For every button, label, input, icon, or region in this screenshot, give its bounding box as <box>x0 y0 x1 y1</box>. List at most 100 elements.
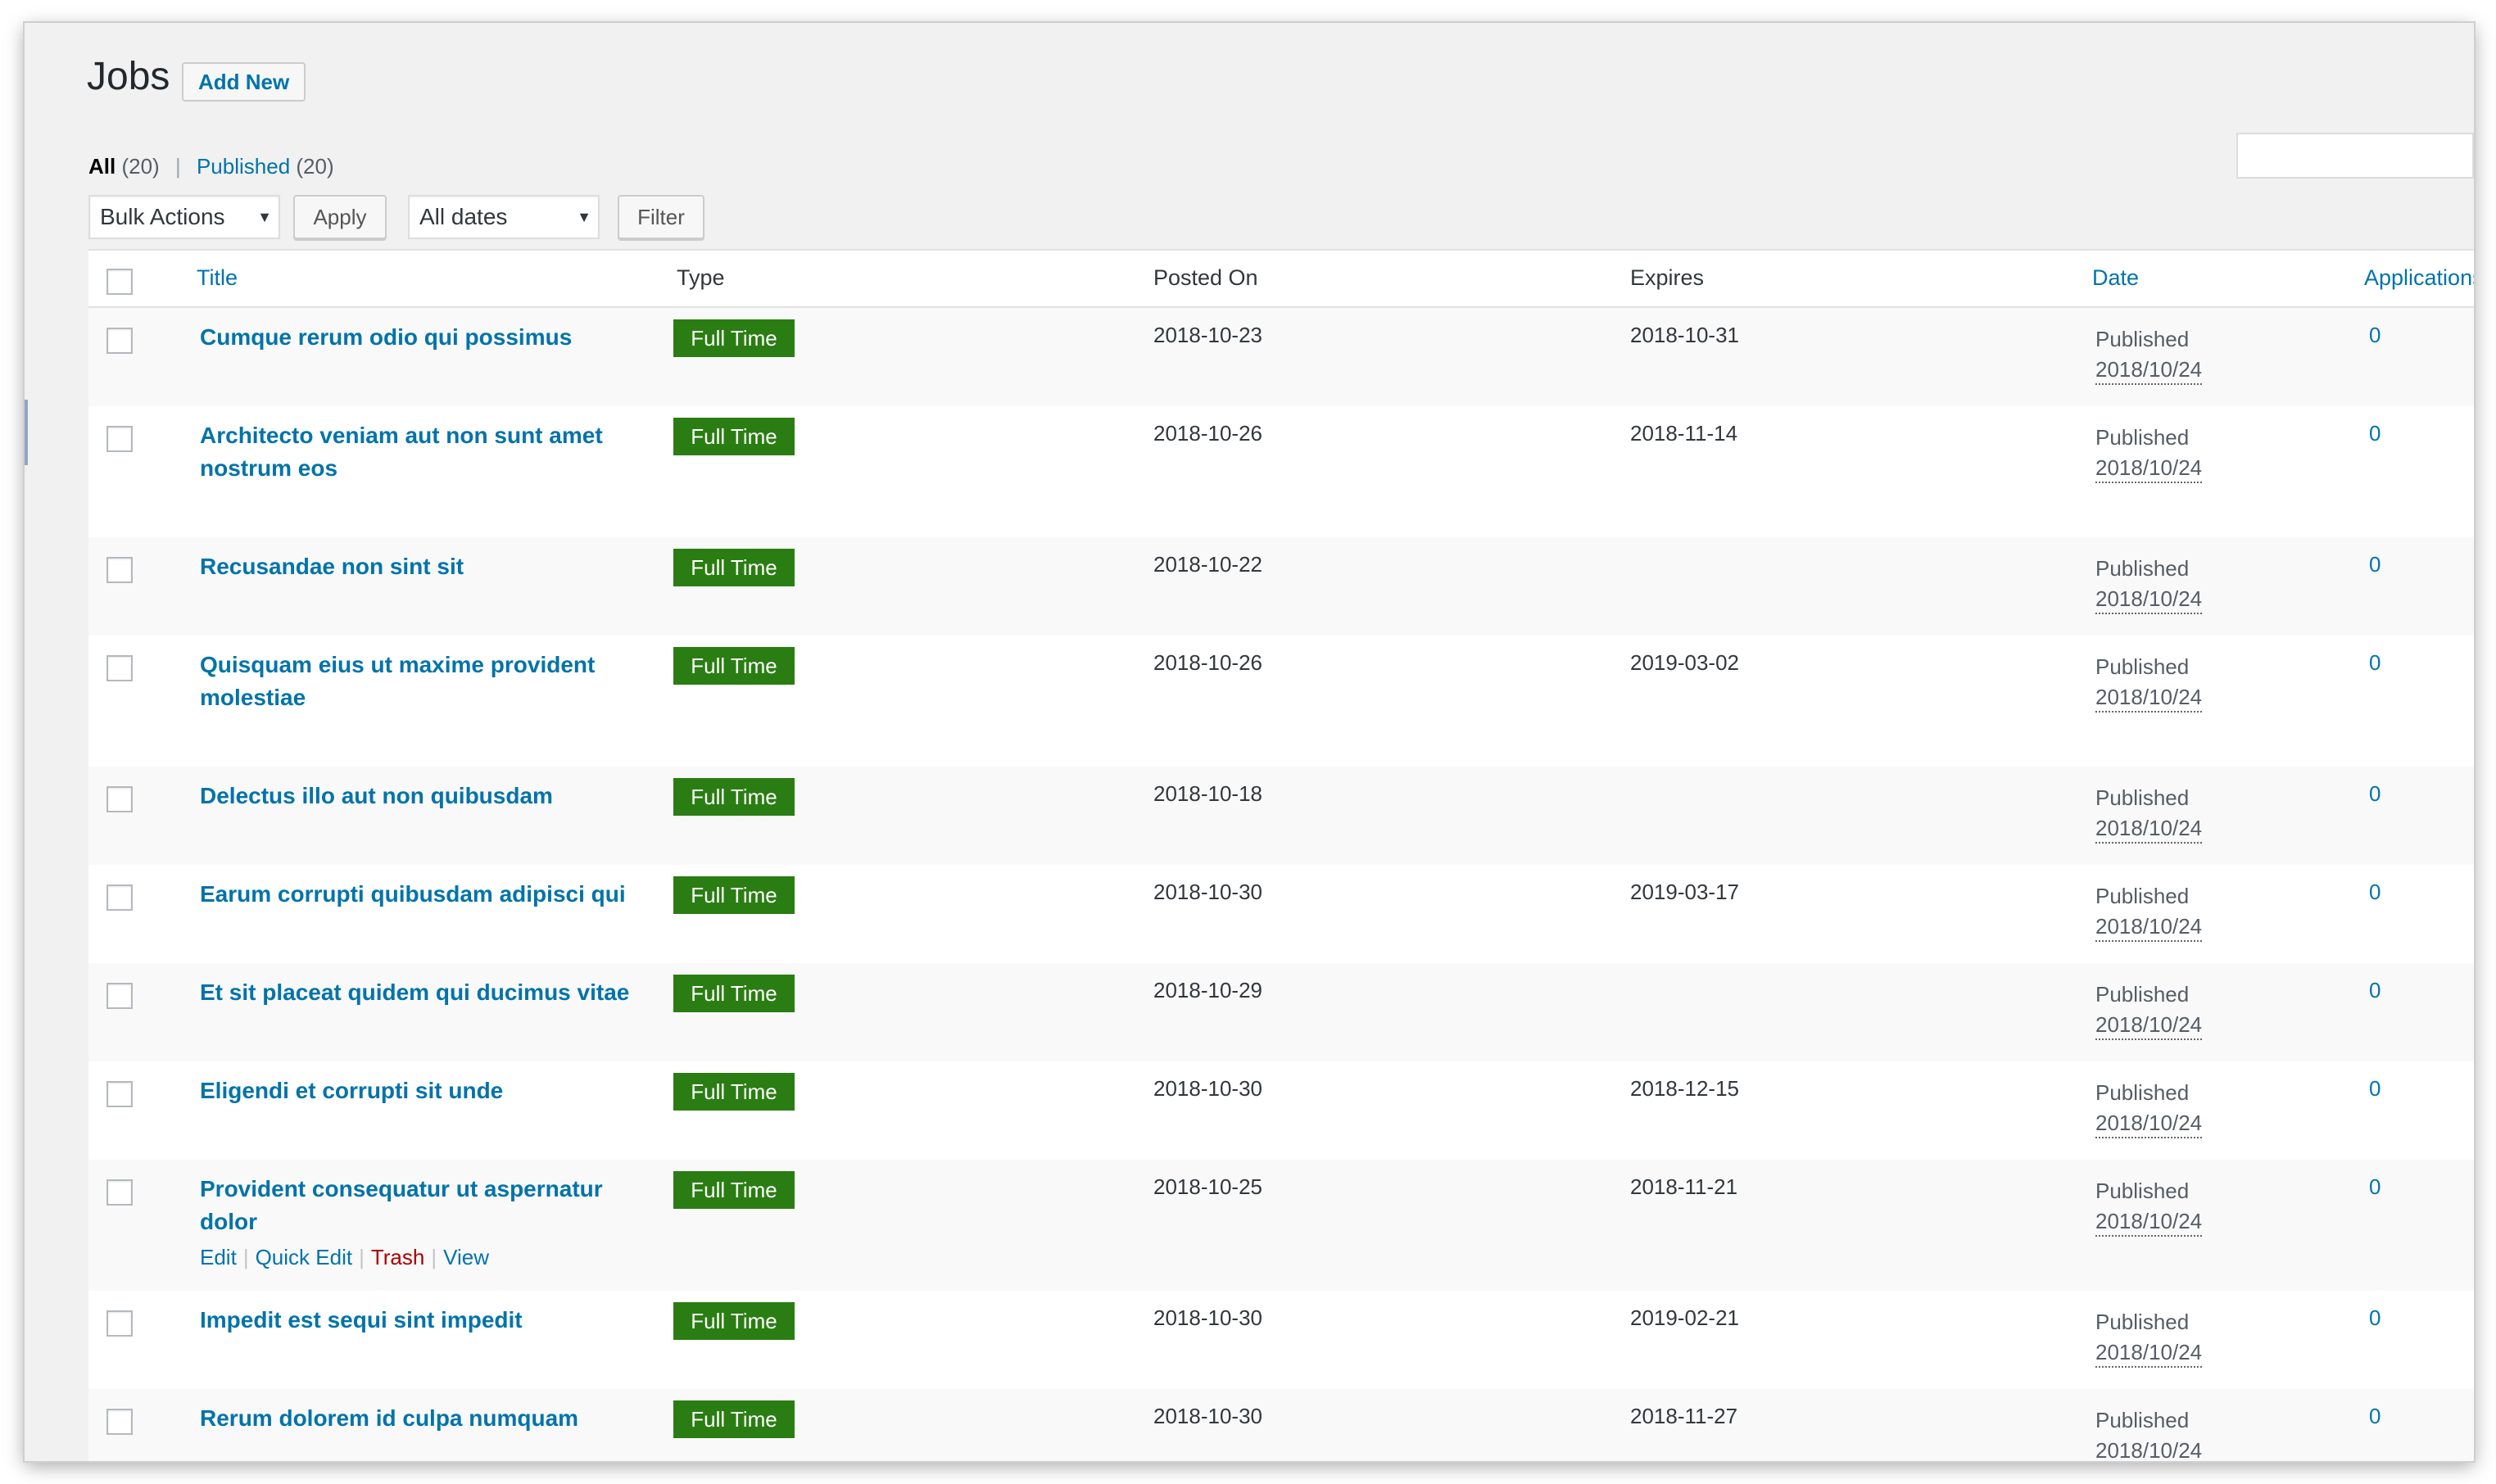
applications-count-link[interactable]: 0 <box>2369 1174 2380 1200</box>
job-type-badge: Full Time <box>673 1302 795 1340</box>
view-published-link[interactable]: Published <box>197 154 290 179</box>
view-link[interactable]: View <box>443 1245 489 1269</box>
bulk-actions-select[interactable]: Bulk Actions ▼ <box>88 195 280 239</box>
status-text: Published <box>2095 556 2190 581</box>
apply-button[interactable]: Apply <box>293 195 387 239</box>
job-type-badge: Full Time <box>673 1171 795 1209</box>
edit-link[interactable]: Edit <box>200 1245 237 1269</box>
row-checkbox[interactable] <box>106 1179 133 1206</box>
published-date: 2018/10/24 <box>2095 585 2203 614</box>
view-all-link[interactable]: All <box>88 154 116 179</box>
job-title-link[interactable]: Delectus illo aut non quibusdam <box>200 780 642 812</box>
job-title-link[interactable]: Quisquam eius ut maxime provident molest… <box>200 649 642 714</box>
row-checkbox[interactable] <box>106 1409 133 1435</box>
applications-count-link[interactable]: 0 <box>2369 1076 2380 1102</box>
job-title-link[interactable]: Cumque rerum odio qui possimus <box>200 321 642 354</box>
status-text: Published <box>2095 425 2190 450</box>
posted-on-value: 2018-10-30 <box>1153 1076 1262 1101</box>
select-all-checkbox[interactable] <box>106 269 133 295</box>
expires-value: 2019-03-02 <box>1630 650 1739 675</box>
expires-value: 2018-10-31 <box>1630 323 1739 347</box>
row-checkbox[interactable] <box>106 983 133 1009</box>
published-date: 2018/10/24 <box>2095 1109 2203 1138</box>
expires-value: 2018-11-21 <box>1630 1174 1738 1199</box>
applications-count-link[interactable]: 0 <box>2369 781 2380 807</box>
column-date[interactable]: Date <box>2092 265 2139 291</box>
add-new-button[interactable]: Add New <box>182 62 306 102</box>
posted-on-value: 2018-10-30 <box>1153 1404 1262 1428</box>
job-title-link[interactable]: Provident consequatur ut aspernatur dolo… <box>200 1173 642 1238</box>
dropdown-arrow-icon: ▼ <box>257 209 272 225</box>
published-date: 2018/10/24 <box>2095 814 2203 844</box>
column-type: Type <box>677 265 725 290</box>
posted-on-value: 2018-10-25 <box>1153 1174 1262 1199</box>
table-row: Rerum dolorem id culpa numquam Full Time… <box>88 1389 2474 1461</box>
posted-on-value: 2018-10-26 <box>1153 421 1262 446</box>
expires-value: 2018-11-27 <box>1630 1404 1738 1428</box>
admin-menu-edge <box>25 400 28 465</box>
job-type-badge: Full Time <box>673 418 795 455</box>
date-cell: Published 2018/10/24 <box>2095 421 2203 483</box>
published-date: 2018/10/24 <box>2095 1436 2202 1461</box>
jobs-table: Title Type Posted On Expires Date Applic… <box>88 249 2474 1461</box>
posted-on-value: 2018-10-22 <box>1153 552 1262 577</box>
job-type-badge: Full Time <box>673 549 795 586</box>
posted-on-value: 2018-10-23 <box>1153 323 1262 347</box>
row-checkbox[interactable] <box>106 1310 133 1337</box>
row-checkbox[interactable] <box>106 786 133 812</box>
dropdown-arrow-icon: ▼ <box>577 209 591 225</box>
published-date: 2018/10/24 <box>2095 912 2203 942</box>
row-checkbox[interactable] <box>106 1081 133 1107</box>
status-filter-links: All (20) | Published (20) <box>88 154 334 179</box>
date-cell: Published 2018/10/24 <box>2095 880 2203 942</box>
job-title-link[interactable]: Recusandae non sint sit <box>200 550 642 583</box>
job-type-badge: Full Time <box>673 778 795 816</box>
table-row: Provident consequatur ut aspernatur dolo… <box>88 1160 2474 1291</box>
search-input[interactable] <box>2236 133 2474 179</box>
row-action-separator: | <box>431 1245 437 1269</box>
applications-count-link[interactable]: 0 <box>2369 1305 2380 1331</box>
date-cell: Published 2018/10/24 <box>2095 650 2203 713</box>
page-title: Jobs <box>87 55 170 98</box>
job-title-link[interactable]: Impedit est sequi sint impedit <box>200 1304 642 1337</box>
row-checkbox[interactable] <box>106 655 133 681</box>
job-type-badge: Full Time <box>673 319 795 357</box>
posted-on-value: 2018-10-18 <box>1153 781 1262 806</box>
column-applications[interactable]: Applications <box>2364 265 2474 291</box>
job-title-link[interactable]: Architecto veniam aut non sunt amet nost… <box>200 419 642 485</box>
date-cell: Published 2018/10/24 <box>2095 1404 2202 1461</box>
table-header: Title Type Posted On Expires Date Applic… <box>88 251 2474 308</box>
applications-count-link[interactable]: 0 <box>2369 552 2380 577</box>
posted-on-value: 2018-10-26 <box>1153 650 1262 675</box>
row-checkbox[interactable] <box>106 885 133 911</box>
applications-count-link[interactable]: 0 <box>2369 978 2380 1003</box>
table-row: Architecto veniam aut non sunt amet nost… <box>88 406 2474 537</box>
row-checkbox[interactable] <box>106 328 133 354</box>
table-row: Recusandae non sint sit Full Time 2018-1… <box>88 537 2474 636</box>
row-checkbox[interactable] <box>106 557 133 583</box>
applications-count-link[interactable]: 0 <box>2369 323 2380 348</box>
table-row: Earum corrupti quibusdam adipisci qui Fu… <box>88 865 2474 963</box>
expires-value: 2019-03-17 <box>1630 880 1739 904</box>
trash-link[interactable]: Trash <box>371 1245 425 1269</box>
published-date: 2018/10/24 <box>2095 355 2203 385</box>
date-cell: Published 2018/10/24 <box>2095 978 2203 1040</box>
column-title[interactable]: Title <box>197 265 238 291</box>
row-checkbox[interactable] <box>106 426 133 452</box>
job-title-link[interactable]: Eligendi et corrupti sit unde <box>200 1075 642 1107</box>
job-title-link[interactable]: Et sit placeat quidem qui ducimus vitae <box>200 976 642 1009</box>
table-row: Quisquam eius ut maxime provident molest… <box>88 636 2474 767</box>
date-cell: Published 2018/10/24 <box>2095 1305 2203 1368</box>
applications-count-link[interactable]: 0 <box>2369 1404 2380 1429</box>
filter-button[interactable]: Filter <box>618 195 704 239</box>
applications-count-link[interactable]: 0 <box>2369 650 2380 676</box>
published-date: 2018/10/24 <box>2095 1207 2203 1237</box>
job-title-link[interactable]: Rerum dolorem id culpa numquam <box>200 1402 642 1435</box>
view-all-count: (20) <box>121 154 160 179</box>
applications-count-link[interactable]: 0 <box>2369 880 2380 905</box>
job-title-link[interactable]: Earum corrupti quibusdam adipisci qui <box>200 878 642 911</box>
applications-count-link[interactable]: 0 <box>2369 421 2380 446</box>
row-action-separator: | <box>242 1245 249 1269</box>
quick-edit-link[interactable]: Quick Edit <box>256 1245 353 1269</box>
date-filter-select[interactable]: All dates ▼ <box>408 195 600 239</box>
